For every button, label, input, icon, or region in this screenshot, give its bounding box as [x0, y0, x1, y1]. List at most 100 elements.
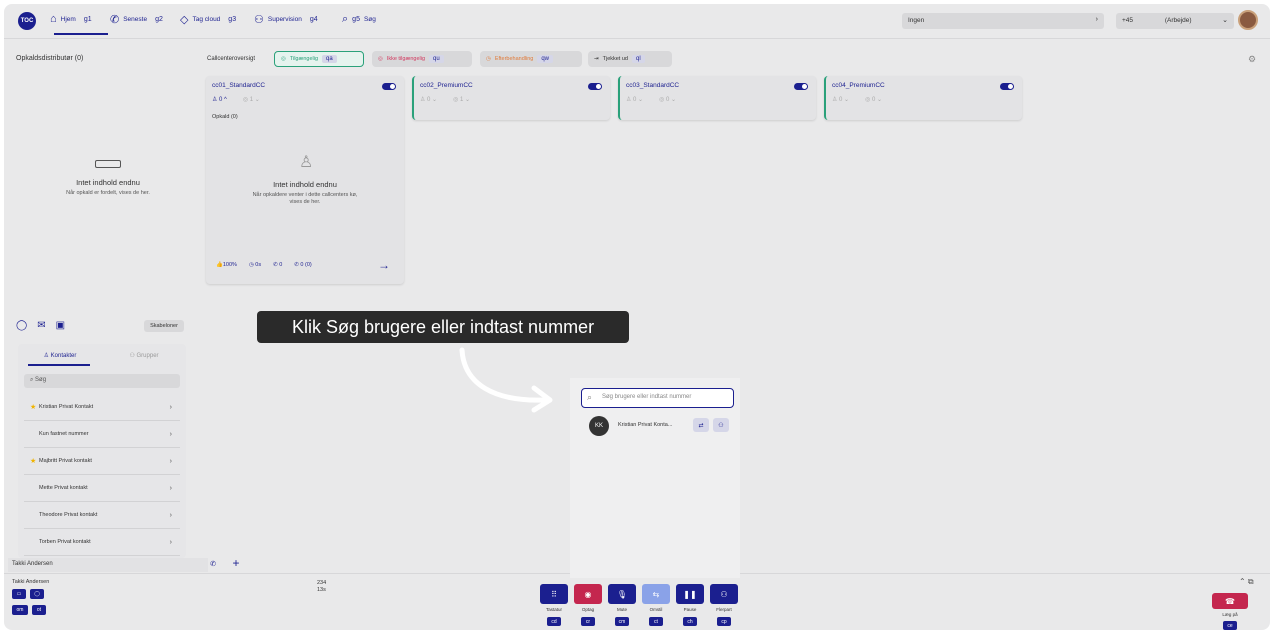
transfer-button[interactable]: ⇆	[642, 584, 670, 604]
list-item[interactable]: Theodore Privat kontakt ›	[24, 502, 180, 529]
keypad-button[interactable]: ⠿	[540, 584, 568, 604]
queue-count[interactable]: ◎ 1 ⌄	[243, 96, 260, 103]
status-select-value: Ingen	[908, 17, 925, 24]
conference-button[interactable]: ⚇	[710, 584, 738, 604]
chat-button[interactable]: ◯	[30, 589, 44, 599]
phone-select[interactable]: +45 (Arbejde) ⌄	[1116, 13, 1234, 29]
transfer-label: Omstil	[649, 607, 663, 612]
nav-search[interactable]: ⌕ g5 Søg	[342, 13, 376, 26]
guide-arrow-icon	[459, 347, 553, 413]
nav-recent[interactable]: ✆ Seneste g2	[110, 13, 163, 26]
agent-count[interactable]: ♙ 0 ^	[212, 96, 227, 103]
callcenter-counts: ♙ 0 ⌄ ◎ 0 ⌄	[626, 96, 676, 103]
list-item[interactable]: Mette Privat kontakt ›	[24, 475, 180, 502]
agent-count[interactable]: ♙ 0 ⌄	[832, 96, 849, 103]
agent-count[interactable]: ♙ 0 ⌄	[626, 96, 643, 103]
agent-count-value: 0	[839, 97, 843, 103]
callcenter-title: Callcenteroversigt	[207, 56, 256, 62]
app-logo: TOC	[18, 12, 36, 30]
callcenter-toggle[interactable]	[588, 83, 602, 90]
stat-service-level-value: 100%	[222, 262, 237, 268]
chat-icon[interactable]: ◯	[16, 320, 27, 331]
nav-home[interactable]: ⌂ Hjem g1	[50, 13, 92, 25]
add-call-button[interactable]: +	[226, 556, 246, 572]
queue-empty: Intet indhold endnu Når opkaldere venter…	[250, 180, 360, 206]
tab-contacts[interactable]: ♙ Kontakter	[18, 352, 102, 359]
logout-icon: ⇥	[594, 56, 599, 62]
conference-contact-button[interactable]: ⚇	[713, 418, 729, 432]
agent-count[interactable]: ♙ 0 ⌄	[420, 96, 437, 103]
mic-icon: 🎙	[616, 589, 628, 599]
user-search-input[interactable]: ⌕ Søg brugere eller indtast nummer	[581, 388, 734, 408]
arrow-right-icon[interactable]: →	[378, 258, 390, 272]
mute-button[interactable]: 🎙	[608, 584, 636, 604]
callcenter-counts: ♙ 0 ⌄ ◎ 0 ⌄	[832, 96, 882, 103]
record-button[interactable]: ◉	[574, 584, 602, 604]
hangup-button[interactable]: ☎	[1212, 593, 1248, 609]
chip-available-key: qa	[322, 55, 337, 63]
stat-calls-value: 0	[279, 262, 283, 268]
chip-unavailable[interactable]: ◎ Ikke tilgængelig qu	[372, 51, 472, 67]
callcenter-card: cc03_StandardCC ♙ 0 ⌄ ◎ 0 ⌄	[618, 76, 816, 120]
user-avatar[interactable]	[1238, 10, 1258, 30]
list-item[interactable]: Torben Privat kontakt ›	[24, 529, 180, 556]
queue-count[interactable]: ◎ 0 ⌄	[659, 96, 676, 103]
callcenter-toggle[interactable]	[382, 83, 396, 90]
agent-count-value: 0	[219, 97, 223, 103]
distributor-empty-title: Intet indhold endnu	[76, 178, 140, 187]
callcenter-toggle[interactable]	[1000, 83, 1014, 90]
list-item[interactable]: Kun fastnet nummer ›	[24, 421, 180, 448]
contacts-list: ★ Kristian Privat Kontakt › Kun fastnet nu…	[24, 394, 180, 556]
chevron-right-icon: ›	[169, 457, 172, 465]
callcenter-counts: ♙ 0 ^ ◎ 1 ⌄	[212, 96, 260, 103]
chip-wrapup-label: Efterbehandling	[494, 56, 534, 62]
queue-count[interactable]: ◎ 0 ⌄	[865, 96, 882, 103]
nav-home-key: g1	[83, 15, 92, 23]
callcenter-stats: 👍100% ◷ 0s ✆ 0 ✆ 0 (0)	[216, 262, 312, 268]
settings-icon[interactable]: ⚙	[1248, 54, 1256, 65]
tab-active-indicator	[28, 364, 90, 366]
queue-count-value: 1	[249, 97, 254, 103]
contact-name: Majbritt Privat kontakt	[39, 458, 92, 464]
list-item[interactable]: ★ Majbritt Privat kontakt ›	[24, 448, 180, 475]
nav-supervision[interactable]: ⚇ Supervision g4	[254, 13, 318, 26]
communication-tabs: ◯ ✉ ▣	[16, 320, 65, 331]
pause-button[interactable]: ❚❚	[676, 584, 704, 604]
list-item[interactable]: ★ Kristian Privat Kontakt ›	[24, 394, 180, 421]
call-info: 234 13s	[317, 580, 326, 594]
search-result-name[interactable]: Kristian Privat Konta...	[618, 422, 672, 428]
status-select[interactable]: Ingen ›	[902, 13, 1104, 29]
pause-label: Pause	[683, 607, 697, 612]
stat-missed: ✆ 0 (0)	[294, 262, 312, 268]
record-icon: ◉	[584, 589, 592, 599]
transfer-contact-button[interactable]: ⇄	[693, 418, 709, 432]
chevron-right-icon: ›	[169, 430, 172, 438]
chevron-down-icon: ⌄	[1222, 17, 1228, 24]
calendar-button[interactable]: ▭	[12, 589, 26, 599]
keypad-label: Tastatur	[545, 607, 562, 612]
contacts-tabs: ♙ Kontakter ⚇ Grupper	[18, 352, 186, 359]
active-call-tab[interactable]: Takki Andersen ✆	[8, 558, 216, 572]
stat-wait-time-value: 0s	[255, 262, 262, 268]
headset-off-icon: ◎	[378, 56, 383, 62]
nav-search-label: Søg	[363, 16, 376, 23]
nav-tagcloud[interactable]: ◇ Tag cloud g3	[180, 13, 236, 26]
expand-icons[interactable]: ⌃ ⧉	[1239, 577, 1254, 587]
mail-icon[interactable]: ✉	[37, 320, 45, 331]
queue-empty-sub: Når opkaldere venter i dette callcenters…	[252, 192, 358, 205]
tab-groups[interactable]: ⚇ Grupper	[102, 352, 186, 359]
callcenter-toggle[interactable]	[794, 83, 808, 90]
queue-count[interactable]: ◎ 1 ⌄	[453, 96, 470, 103]
chip-available[interactable]: ◎ Tilgængelig qa	[274, 51, 364, 67]
key-badge: cr	[581, 617, 595, 626]
chip-wrapup[interactable]: ◷ Efterbehandling qw	[480, 51, 582, 67]
contacts-search-input[interactable]: ⌕ Søg	[24, 374, 180, 388]
stat-calls: ✆ 0	[273, 262, 283, 268]
templates-button[interactable]: Skabeloner	[144, 320, 184, 332]
chip-checkedout[interactable]: ⇥ Tjekket ud ql	[588, 51, 672, 67]
active-call-user: Takki Andersen	[12, 561, 53, 567]
nav-home-label: Hjem	[60, 15, 76, 23]
key-badge: ch	[683, 617, 697, 626]
supervision-icon: ⚇	[254, 14, 264, 26]
sms-icon[interactable]: ▣	[56, 320, 65, 331]
